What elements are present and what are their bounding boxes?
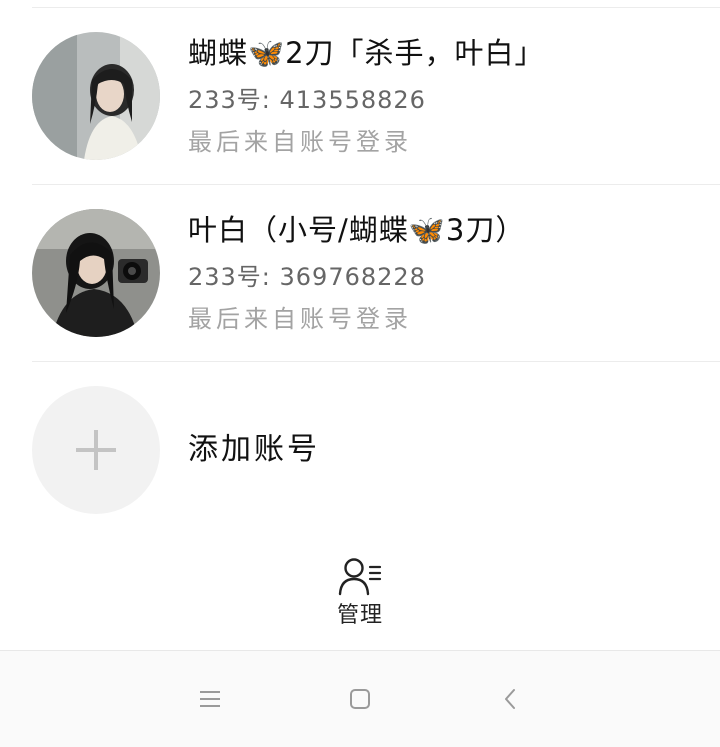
account-uid: 233号: 369768228	[188, 263, 426, 291]
menu-icon	[200, 691, 220, 707]
back-icon	[505, 689, 515, 709]
manage-button[interactable]: 管理	[320, 556, 400, 630]
last-login-text: 最后来自账号登录	[188, 128, 412, 156]
plus-icon	[76, 430, 116, 470]
add-account-button[interactable]	[32, 386, 160, 514]
add-account-row[interactable]: 添加账号	[0, 386, 720, 514]
user-manage-icon	[338, 558, 382, 596]
avatar	[32, 32, 160, 160]
last-login-text: 最后来自账号登录	[188, 305, 412, 333]
avatar	[32, 209, 160, 337]
account-uid: 233号: 413558826	[188, 86, 426, 114]
add-account-label[interactable]: 添加账号	[188, 432, 320, 468]
menu-button[interactable]	[194, 683, 226, 715]
home-icon	[350, 689, 370, 709]
account-name: 蝴蝶🦋2刀「杀手，叶白」	[188, 36, 545, 70]
row-divider	[32, 361, 720, 362]
account-name: 叶白（小号/蝴蝶🦋3刀）	[188, 213, 526, 247]
system-nav-bar	[0, 650, 720, 747]
back-button[interactable]	[494, 683, 526, 715]
account-info: 叶白（小号/蝴蝶🦋3刀） 233号: 369768228 最后来自账号登录	[188, 212, 525, 334]
home-button[interactable]	[344, 683, 376, 715]
account-info: 蝴蝶🦋2刀「杀手，叶白」 233号: 413558826 最后来自账号登录	[188, 35, 545, 157]
account-item-2[interactable]: 叶白（小号/蝴蝶🦋3刀） 233号: 369768228 最后来自账号登录	[0, 185, 720, 361]
avatar-image	[32, 209, 160, 337]
account-item-1[interactable]: 蝴蝶🦋2刀「杀手，叶白」 233号: 413558826 最后来自账号登录	[0, 8, 720, 184]
avatar-image	[32, 32, 160, 160]
manage-label: 管理	[336, 603, 383, 628]
